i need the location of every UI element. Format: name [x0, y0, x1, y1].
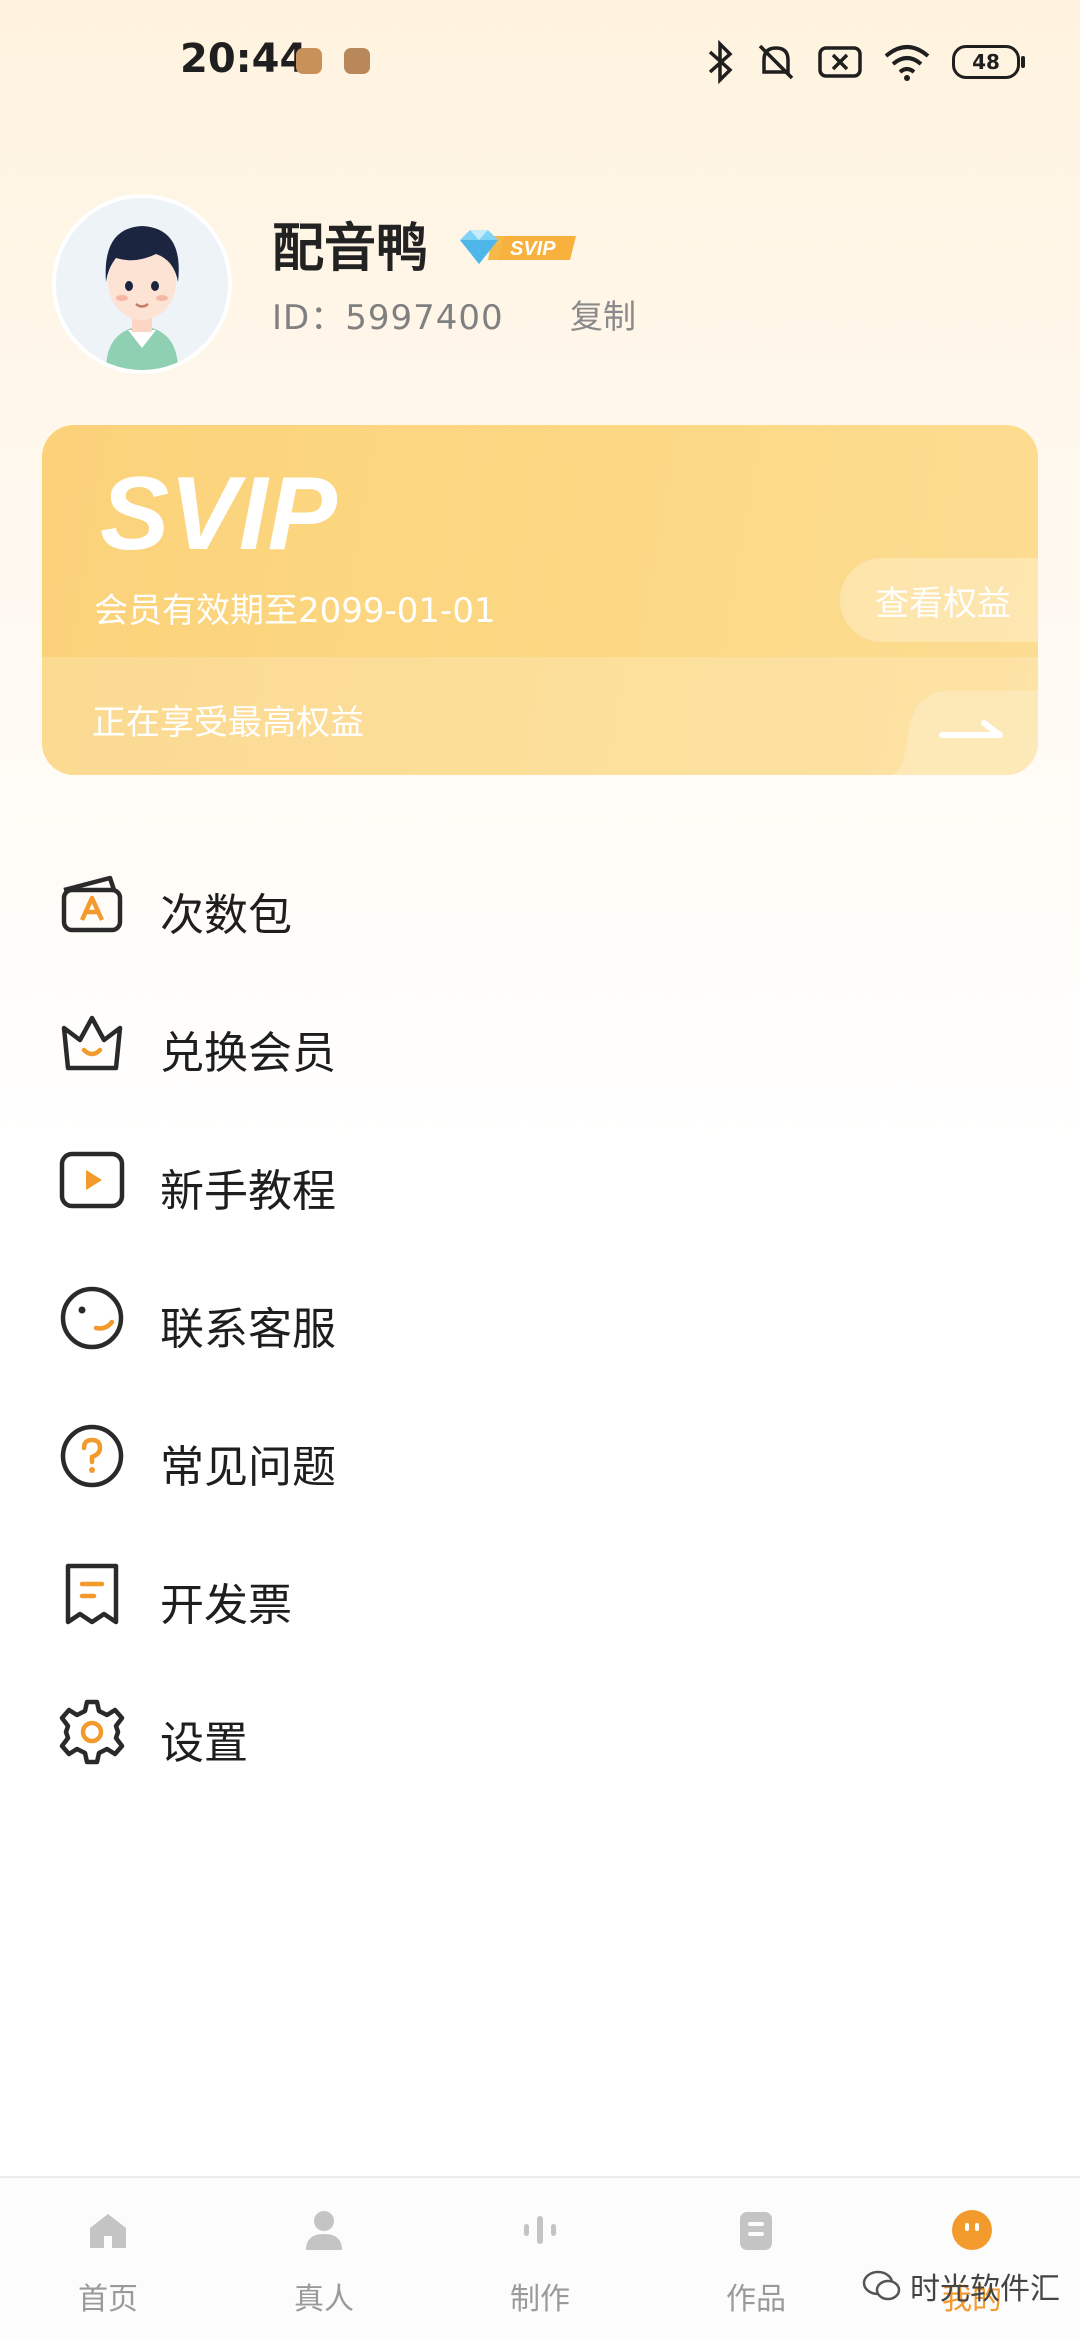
works-icon [740, 2212, 772, 2250]
status-icons: 48 [706, 38, 1025, 86]
menu-item-tutorial[interactable]: 新手教程 [0, 1111, 1080, 1249]
svip-card[interactable]: SVIP 会员有效期至2099-01-01 查看权益 正在享受最高权益 [42, 425, 1038, 775]
nav-label: 真人 [294, 2282, 354, 2317]
menu-item-settings[interactable]: 设置 [0, 1663, 1080, 1801]
wallet-a-icon [61, 875, 123, 933]
svip-logo: SVIP [100, 465, 338, 565]
app-notification-icon [296, 48, 322, 74]
menu-label: 联系客服 [160, 1304, 336, 1355]
play-icon [59, 1151, 125, 1209]
svg-text:SVIP: SVIP [100, 465, 338, 565]
wechat-icon [862, 2270, 901, 2301]
user-id: ID：5997400 [272, 298, 504, 338]
svip-expiry: 会员有效期至2099-01-01 [94, 591, 496, 631]
menu-item-customer-service[interactable]: 联系客服 [0, 1249, 1080, 1387]
arrow-right-icon[interactable] [888, 675, 1038, 775]
question-icon [60, 1424, 124, 1488]
svg-text:SVIP: SVIP [510, 238, 556, 260]
smile-face-icon [60, 1286, 124, 1350]
svip-benefit-status: 正在享受最高权益 [92, 703, 364, 743]
menu-label: 兑换会员 [160, 1028, 336, 1079]
wifi-icon [884, 45, 930, 81]
nav-label: 制作 [510, 2282, 570, 2317]
camera-notification-icon [344, 48, 370, 74]
mute-icon [758, 44, 794, 80]
watermark-text: 时光软件汇 [910, 2272, 1060, 2307]
nav-home[interactable]: 首页 [0, 2178, 216, 2340]
gear-icon [59, 1699, 125, 1765]
username: 配音鸭 [272, 219, 429, 279]
svip-badge: SVIP [460, 230, 576, 264]
menu-item-invoice[interactable]: 开发票 [0, 1525, 1080, 1663]
menu-label: 开发票 [160, 1580, 292, 1631]
bluetooth-icon [708, 40, 733, 84]
nav-works[interactable]: 作品 [648, 2178, 864, 2340]
person-icon [306, 2211, 342, 2250]
nav-me[interactable]: 我的 [864, 2178, 1080, 2340]
nav-create[interactable]: 制作 [432, 2178, 648, 2340]
nav-real-person[interactable]: 真人 [216, 2178, 432, 2340]
menu-label: 次数包 [160, 890, 292, 941]
view-benefits-button[interactable]: 查看权益 [840, 558, 1038, 642]
battery-icon: 48 [952, 45, 1025, 79]
menu-item-count-pack[interactable]: 次数包 [0, 835, 1080, 973]
menu-item-faq[interactable]: 常见问题 [0, 1387, 1080, 1525]
menu-label: 设置 [160, 1718, 248, 1769]
home-icon [90, 2214, 126, 2248]
bottom-nav: 首页 真人 制作 作品 我的 [0, 2176, 1080, 2340]
nav-label: 首页 [78, 2282, 138, 2317]
avatar[interactable] [56, 198, 228, 370]
watermark: 时光软件汇 [862, 2264, 1060, 2308]
status-time: 20:44 [180, 36, 308, 82]
menu-item-redeem-member[interactable]: 兑换会员 [0, 973, 1080, 1111]
menu-label: 常见问题 [160, 1442, 336, 1493]
waveform-icon [524, 2216, 556, 2244]
menu-label: 新手教程 [160, 1166, 336, 1217]
crown-icon [61, 1015, 123, 1071]
me-face-icon [952, 2210, 992, 2250]
copy-id-button[interactable]: 复制 [570, 290, 636, 338]
nav-label: 作品 [726, 2282, 786, 2317]
receipt-icon [65, 1563, 119, 1625]
sim-off-icon [818, 46, 862, 78]
status-bar: 20:44 48 [0, 0, 1080, 120]
